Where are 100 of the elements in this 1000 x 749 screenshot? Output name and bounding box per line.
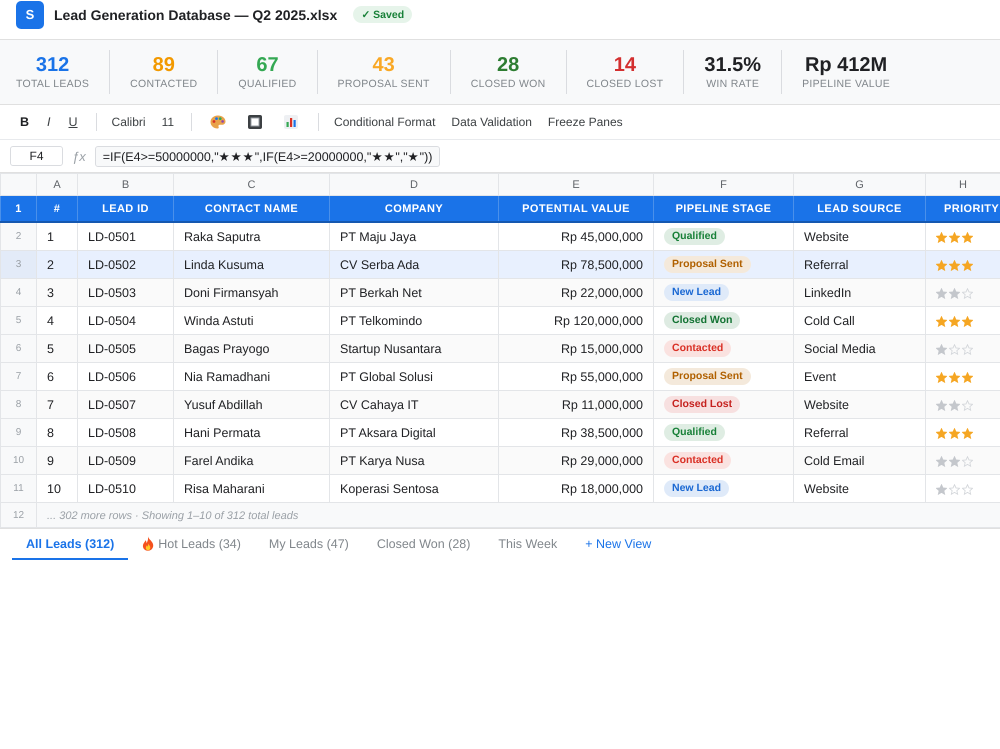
table-footer-note: ... 302 more rows · Showing 1–10 of 312 total leads — [47, 510, 298, 522]
table-cell: PT Berkah Net — [330, 278, 498, 306]
star-icon — [949, 456, 960, 467]
table-cell: LD-0505 — [78, 334, 174, 362]
stat-label: CLOSED LOST — [586, 77, 664, 91]
stat-value: 89 — [152, 53, 175, 77]
star-icon — [936, 288, 947, 299]
column-header: PRIORITY — [926, 196, 1000, 222]
toolbar-button[interactable]: Freeze Panes — [540, 111, 630, 133]
stage-badge: New Lead — [664, 284, 730, 301]
view-tab[interactable]: All Leads (312) — [12, 529, 128, 560]
formula-field[interactable]: =IF(E4>=50000000,"★★★",IF(E4>=20000000,"★★","★")) — [94, 146, 440, 166]
star-icon — [962, 232, 973, 243]
view-tab[interactable]: My Leads (47) — [254, 529, 363, 560]
table-cell: 7 — [36, 390, 78, 418]
underline-button[interactable]: U — [60, 111, 86, 133]
stage-badge: Closed Lost — [664, 396, 740, 413]
table-cell: CV Cahaya IT — [330, 390, 498, 418]
view-tab[interactable]: This Week — [484, 529, 572, 560]
stage-badge: Closed Won — [664, 312, 740, 329]
stat-value: 43 — [372, 53, 395, 77]
stat-label: CLOSED WON — [470, 77, 546, 91]
toolbar-button[interactable]: 11 — [154, 111, 182, 133]
stat-label: CONTACTED — [130, 77, 198, 91]
table-row[interactable]: 3 2 LD-0502 Linda Kusuma CV Serba Ada Rp 78,500,000 Proposal Sent Referral — [0, 250, 1000, 278]
star-icon — [936, 428, 947, 439]
row-number[interactable]: 1 — [0, 196, 36, 222]
star-icon — [936, 372, 947, 383]
square-icon — [248, 115, 262, 129]
stat-label: WIN RATE — [706, 77, 760, 91]
column-letter[interactable]: A — [36, 174, 78, 196]
star-icon — [962, 456, 973, 467]
toolbar-button[interactable]: Calibri — [104, 111, 153, 133]
table-cell: 5 — [36, 334, 78, 362]
bar-chart-icon — [284, 115, 298, 129]
stat-label: QUALIFIED — [238, 77, 297, 91]
column-header: POTENTIAL VALUE — [498, 196, 654, 222]
table-cell: LD-0507 — [78, 390, 174, 418]
column-header: COMPANY — [330, 196, 498, 222]
star-icon — [936, 456, 947, 467]
table-row[interactable]: 10 9 LD-0509 Farel Andika PT Karya Nusa Rp 29,000,000 Contacted Cold Email — [0, 446, 1000, 474]
stat-value: 14 — [614, 53, 636, 77]
function-label: ƒx — [72, 148, 86, 164]
italic-button[interactable]: I — [39, 111, 59, 133]
star-icon — [949, 428, 960, 439]
stage-badge: Qualified — [664, 424, 725, 441]
stage-badge: Contacted — [664, 452, 732, 469]
column-letter[interactable]: E — [498, 174, 654, 196]
star-icon — [949, 288, 960, 299]
column-letter[interactable]: H — [926, 174, 1000, 196]
star-icon — [962, 428, 973, 439]
column-header: LEAD ID — [78, 196, 174, 222]
star-icon — [949, 344, 960, 355]
cell-reference-field[interactable]: F4 — [10, 146, 63, 166]
star-icon — [962, 344, 973, 355]
star-icon — [936, 484, 947, 495]
column-header: PIPELINE STAGE — [654, 196, 794, 222]
stage-badge: Qualified — [664, 228, 725, 245]
table-cell: Website — [794, 390, 926, 418]
document-title: Lead Generation Database — Q2 2025.xlsx — [54, 6, 338, 22]
stage-badge: Contacted — [664, 340, 732, 357]
table-cell: Social Media — [794, 334, 926, 362]
table-row[interactable]: 6 5 LD-0505 Bagas Prayogo Startup Nusantara Rp 15,000,000 Contacted Social Media — [0, 334, 1000, 362]
view-tab[interactable]: Hot Leads (34) — [128, 529, 255, 560]
toolbar-button[interactable]: Conditional Format — [327, 111, 442, 133]
star-icon — [936, 260, 947, 271]
star-icon — [962, 372, 973, 383]
table-cell: LinkedIn — [794, 278, 926, 306]
table-cell: Rp 11,000,000 — [498, 390, 654, 418]
stage-badge: Proposal Sent — [664, 256, 751, 273]
stat-label: PROPOSAL SENT — [338, 77, 430, 91]
table-cell: Bagas Prayogo — [174, 334, 330, 362]
column-letter[interactable]: G — [794, 174, 926, 196]
table-cell: 9 — [36, 446, 78, 474]
table-row[interactable]: 8 7 LD-0507 Yusuf Abdillah CV Cahaya IT Rp 11,000,000 Closed Lost Website — [0, 390, 1000, 418]
new-view-link[interactable]: + New View — [571, 529, 666, 560]
table-cell: Rp 29,000,000 — [498, 446, 654, 474]
star-icon — [949, 400, 960, 411]
stat-value: 312 — [36, 53, 70, 77]
stat-value: 31.5% — [704, 53, 762, 77]
star-icon — [949, 260, 960, 271]
stat-value: Rp 412M — [804, 53, 888, 77]
view-tab[interactable]: Closed Won (28) — [362, 529, 484, 560]
star-icon — [936, 400, 947, 411]
star-icon — [962, 288, 973, 299]
column-letter[interactable]: D — [330, 174, 498, 196]
toolbar-button[interactable]: Data Validation — [444, 111, 539, 133]
column-letter[interactable]: B — [78, 174, 174, 196]
table-cell: LD-0509 — [78, 446, 174, 474]
table-cell: Yusuf Abdillah — [174, 390, 330, 418]
star-icon — [962, 260, 973, 271]
star-icon — [962, 316, 973, 327]
star-icon — [962, 400, 973, 411]
table-cell: Rp 15,000,000 — [498, 334, 654, 362]
table-row[interactable]: 4 3 LD-0503 Doni Firmansyah PT Berkah Net Rp 22,000,000 New Lead LinkedIn — [0, 278, 1000, 306]
column-letter[interactable]: C — [174, 174, 330, 196]
stat-value: 67 — [256, 53, 279, 77]
bold-button[interactable]: B — [12, 111, 38, 133]
stat-value: 28 — [497, 53, 520, 77]
column-letter[interactable]: F — [654, 174, 794, 196]
